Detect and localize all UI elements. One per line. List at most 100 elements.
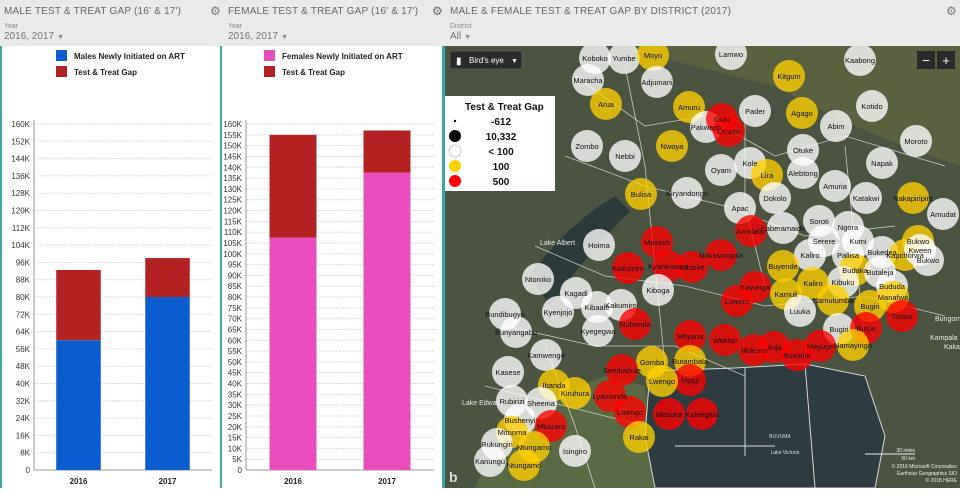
district-bubble-map[interactable]: KampalaBungomaLake EdwardLake AlbertKaka… xyxy=(443,46,960,488)
district-label: Busia xyxy=(857,324,877,333)
place-label: Kakamega xyxy=(944,344,960,351)
district-label: Rubirizi xyxy=(499,397,524,406)
district-label: Napak xyxy=(871,159,893,168)
gear-icon[interactable]: ⚙ xyxy=(432,4,443,18)
y-tick-label: 100K xyxy=(223,250,242,259)
copyright: Earthstar Geographics SIO xyxy=(897,471,957,477)
y-tick-label: 160K xyxy=(11,120,30,129)
chevron-down-icon: ▼ xyxy=(281,34,288,41)
district-label: Kamuli xyxy=(775,290,798,299)
district-label: Mayuge xyxy=(807,342,834,351)
y-tick-label: 64K xyxy=(16,328,31,337)
y-tick-label: 24K xyxy=(16,414,31,423)
year-filter-dropdown[interactable]: 2016, 2017 ▼ xyxy=(4,31,64,42)
district-label: Masindi xyxy=(644,238,670,247)
district-label: Bududa xyxy=(879,282,906,291)
district-label: Masaka xyxy=(656,410,683,419)
district-label: Serere xyxy=(813,237,836,246)
district-label: Jinja xyxy=(766,343,782,352)
district-label: Manafwa xyxy=(878,293,909,302)
district-label: Mpigi xyxy=(681,376,699,385)
district-label: Kasese xyxy=(495,368,520,377)
district-label: Gulu xyxy=(714,115,730,124)
district-label: Amuria xyxy=(823,182,848,191)
y-tick-label: 70K xyxy=(228,315,243,324)
female-panel-header: FEMALE TEST & TREAT GAP (16' & 17') ⚙ Ye… xyxy=(224,0,443,46)
female-stacked-bar-chart: Females Newly Initiated on ART Test & Tre… xyxy=(223,50,434,486)
district-label: Bushenyi xyxy=(505,416,536,425)
district-label: Sembabule xyxy=(603,366,641,375)
bing-logo: b xyxy=(449,469,458,485)
y-tick-label: 112K xyxy=(12,224,31,233)
district-label: Lwengo xyxy=(649,377,675,386)
district-label: Kyegegwa xyxy=(580,327,616,336)
y-tick-label: 10K xyxy=(228,444,243,453)
year-filter-dropdown[interactable]: 2016, 2017 ▼ xyxy=(228,31,288,42)
male-panel-title: MALE TEST & TREAT GAP (16' & 17') xyxy=(4,6,182,17)
district-label: Wakiso xyxy=(713,336,737,345)
y-tick-label: 95K xyxy=(228,261,243,270)
map-legend-swatch xyxy=(449,130,461,142)
y-tick-label: 25K xyxy=(228,412,243,421)
district-label: Kaseke xyxy=(679,263,704,272)
scale-label: 30 miles xyxy=(896,448,915,454)
year-filter-label: Year xyxy=(228,23,243,30)
y-tick-label: 55K xyxy=(228,347,243,356)
district-label: Kakumiro xyxy=(612,264,644,273)
y-tick-label: 32K xyxy=(16,397,31,406)
view-mode-button[interactable]: ▮ Bird's eye ▼ xyxy=(449,50,523,70)
district-label: Ntungamo xyxy=(517,443,552,452)
district-label: Dokolo xyxy=(763,194,786,203)
district-label: Sheema xyxy=(527,399,556,408)
map-legend-label: 500 xyxy=(493,177,510,188)
district-label: Tororo xyxy=(891,312,912,321)
district-label: Bugiri xyxy=(829,325,849,334)
y-tick-label: 120K xyxy=(223,207,242,216)
bar-segment xyxy=(269,237,317,470)
district-label: Kayunga xyxy=(740,283,770,292)
y-tick-label: 130K xyxy=(223,185,242,194)
district-label: Pallisa xyxy=(837,251,860,260)
district-label: Ngora xyxy=(838,223,859,232)
y-tick-label: 60K xyxy=(228,336,243,345)
district-filter-dropdown[interactable]: All ▼ xyxy=(450,31,471,42)
legend-label: Test & Treat Gap xyxy=(74,68,137,77)
legend-label: Females Newly Initiated on ART xyxy=(282,52,403,61)
district-label: Nebbi xyxy=(615,152,635,161)
y-tick-label: 75K xyxy=(228,304,243,313)
legend-swatch xyxy=(56,66,67,77)
district-label: Budaka xyxy=(842,266,868,275)
map-canvas[interactable]: KampalaBungomaLake EdwardLake AlbertKaka… xyxy=(445,46,960,488)
map-legend-swatch xyxy=(449,175,461,187)
copyright: © 2018 Microsoft Corporation xyxy=(892,463,958,470)
gear-icon[interactable]: ⚙ xyxy=(210,4,221,18)
gear-icon[interactable]: ⚙ xyxy=(946,4,957,18)
zoom-in-button[interactable]: + xyxy=(937,51,955,69)
district-label: Kyenjojo xyxy=(544,308,573,317)
zoom-out-button[interactable]: − xyxy=(917,51,935,69)
district-label: Apac xyxy=(731,204,748,213)
district-label: Koboko xyxy=(582,54,607,63)
place-label: Bungoma xyxy=(935,316,960,323)
y-tick-label: 65K xyxy=(228,325,243,334)
minus-icon: − xyxy=(922,53,930,68)
legend-swatch xyxy=(56,50,67,61)
plus-icon: + xyxy=(942,53,950,68)
y-tick-label: 144K xyxy=(11,155,30,164)
map-legend-title: Test & Treat Gap xyxy=(465,102,544,113)
district-label: Kamwengé xyxy=(527,351,565,360)
district-label: Bugiri xyxy=(860,302,880,311)
district-label: Kaliro xyxy=(800,251,819,260)
district-label: Lyantonde xyxy=(593,392,628,401)
district-label: Lwengo xyxy=(617,408,643,417)
y-tick-label: 160K xyxy=(223,120,242,129)
legend-label: Males Newly Initiated on ART xyxy=(74,52,185,61)
district-label: Kakumiro xyxy=(605,301,637,310)
district-label: Amuru xyxy=(678,103,700,112)
district-label: Lira xyxy=(761,171,774,180)
y-tick-label: 135K xyxy=(223,174,242,183)
district-label: Amudat xyxy=(930,210,957,219)
bar-segment xyxy=(145,297,190,470)
district-label: Bukwo xyxy=(917,256,940,265)
district-label: Butaleja xyxy=(866,268,894,277)
